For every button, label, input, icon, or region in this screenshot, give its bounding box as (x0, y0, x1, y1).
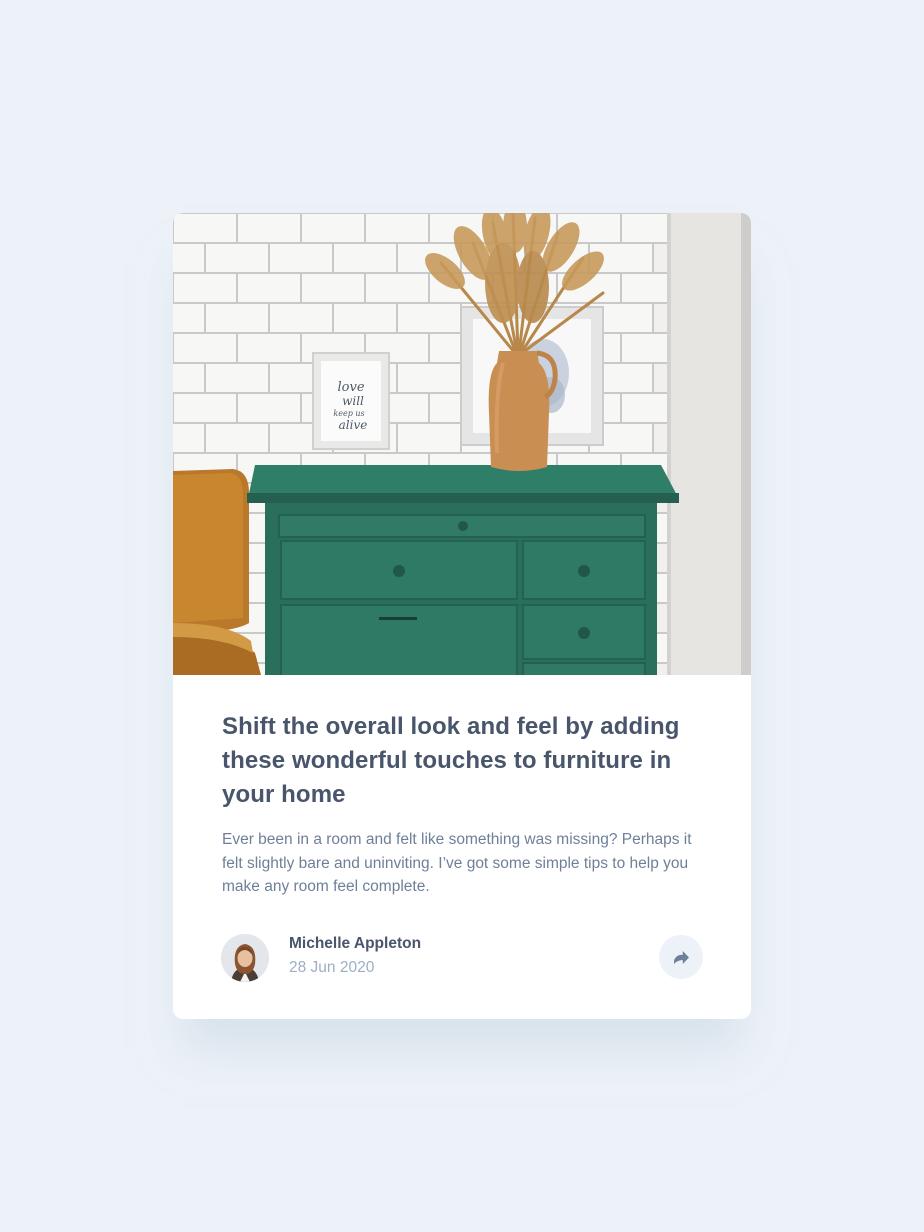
svg-text:alive: alive (339, 418, 368, 432)
framed-print: love will keep us alive (312, 352, 390, 450)
article-hero-image: love will keep us alive (173, 213, 751, 675)
article-title[interactable]: Shift the overall look and feel by addin… (222, 710, 712, 812)
article-card: love will keep us alive Shift the overal… (173, 213, 751, 1019)
publish-date: 28 Jun 2020 (289, 959, 375, 976)
svg-text:will: will (342, 394, 364, 408)
avatar (221, 934, 269, 982)
author-name: Michelle Appleton (289, 935, 422, 952)
svg-text:keep us: keep us (333, 409, 364, 418)
author-portrait-icon (221, 934, 269, 982)
article-description: Ever been in a room and felt like someth… (222, 831, 692, 895)
share-button[interactable] (659, 935, 703, 979)
dresser (247, 465, 679, 675)
svg-text:love: love (337, 380, 364, 395)
article-footer: Michelle Appleton 28 Jun 2020 (221, 934, 705, 982)
article-body: Shift the overall look and feel by addin… (222, 710, 712, 899)
plaster-wall (667, 213, 751, 675)
share-icon (673, 950, 689, 964)
